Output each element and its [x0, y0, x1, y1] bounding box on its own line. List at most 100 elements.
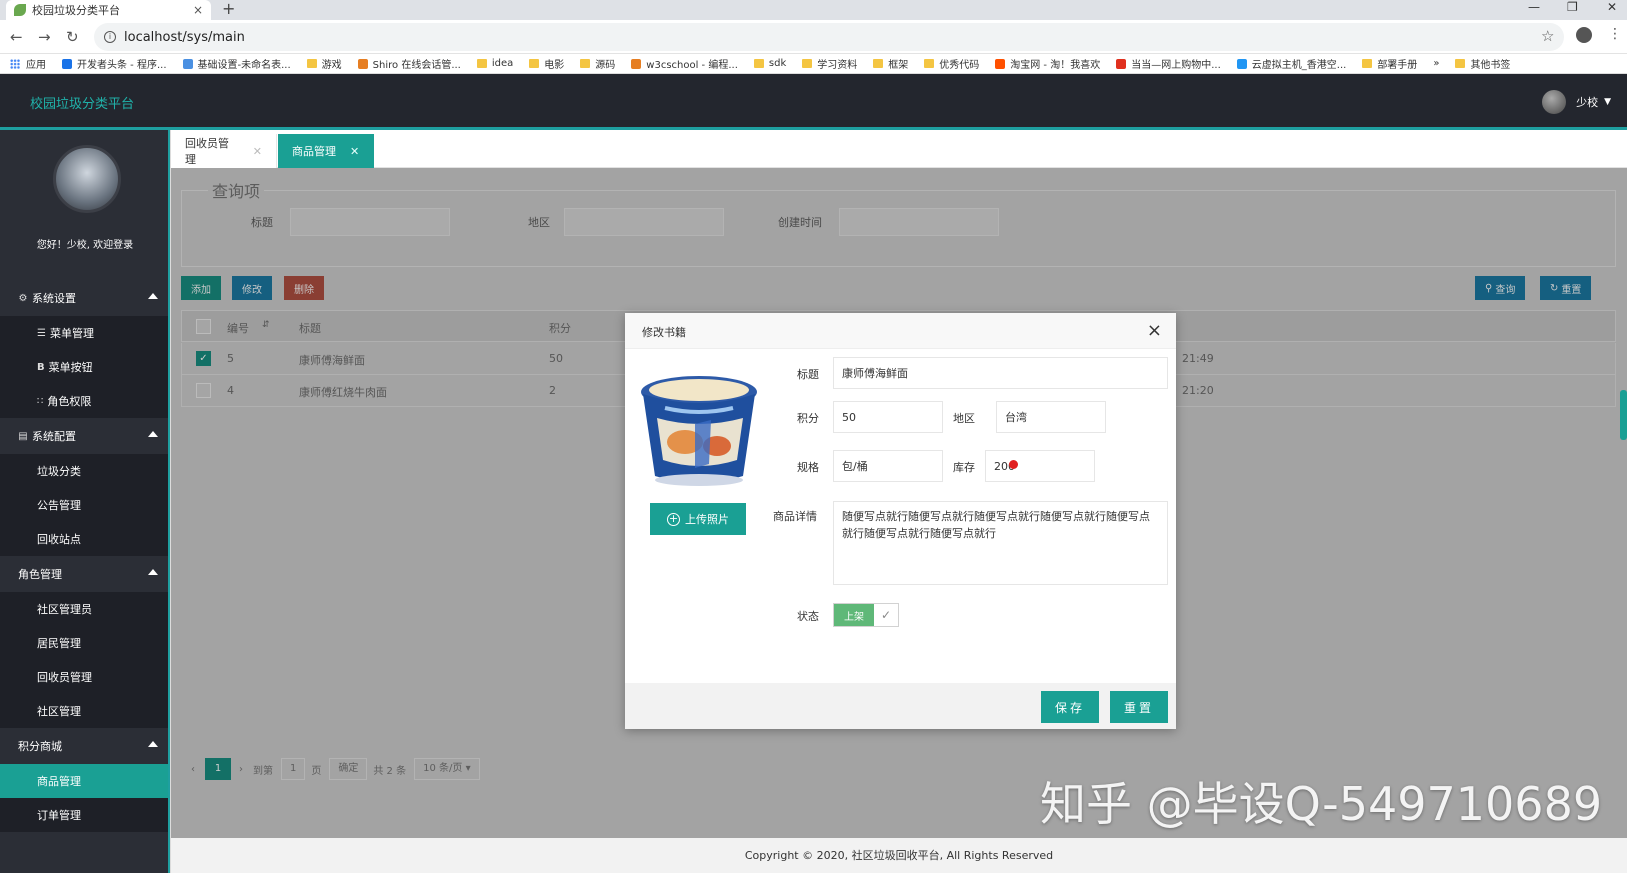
sidebar-item-recyclers[interactable]: 回收员管理: [0, 660, 168, 694]
sidebar-item-menu-buttons[interactable]: B 菜单按钮: [0, 350, 168, 384]
row-checkbox[interactable]: ✓: [196, 351, 211, 366]
menu-group-role-management[interactable]: 角色管理: [0, 556, 168, 592]
prev-page-icon[interactable]: ‹: [191, 764, 195, 775]
restore-icon[interactable]: ❐: [1567, 0, 1578, 14]
minimize-icon[interactable]: —: [1528, 0, 1540, 14]
sidebar-item-community-admin[interactable]: 社区管理员: [0, 592, 168, 626]
delete-button[interactable]: 删除: [284, 276, 324, 300]
upload-photo-button[interactable]: + 上传照片: [650, 503, 746, 535]
window-close-icon[interactable]: ✕: [1607, 0, 1617, 14]
upload-label: 上传照片: [685, 513, 729, 526]
title-input[interactable]: 康师傅海鲜面: [833, 357, 1168, 389]
row-checkbox[interactable]: [196, 383, 211, 398]
edit-button[interactable]: 修改: [232, 276, 272, 300]
dialog-header: 修改书籍 ×: [625, 313, 1176, 349]
search-button[interactable]: ⚲ 查询: [1475, 276, 1526, 300]
save-button[interactable]: 保存: [1041, 691, 1099, 723]
bookmark-item[interactable]: 游戏: [306, 56, 342, 71]
spec-input[interactable]: 包/桶: [833, 450, 943, 482]
dialog-footer: 保存 重置: [625, 683, 1176, 729]
query-region-label: 地区: [528, 216, 550, 229]
goto-confirm-button[interactable]: 确定: [329, 758, 368, 780]
tab-recycler-management[interactable]: 回收员管理 ✕: [171, 134, 277, 168]
bookmark-item[interactable]: 部署手册: [1362, 56, 1417, 71]
header-points: 积分: [549, 322, 571, 335]
sidebar-item-residents[interactable]: 居民管理: [0, 626, 168, 660]
sidebar-item-menu-management[interactable]: ☰ 菜单管理: [0, 316, 168, 350]
account-icon[interactable]: [1576, 27, 1592, 43]
sidebar-item-role-permissions[interactable]: ∷ 角色权限: [0, 384, 168, 418]
back-icon[interactable]: ←: [10, 28, 23, 46]
reload-icon[interactable]: ↻: [66, 28, 79, 46]
sidebar-item-product-management[interactable]: 商品管理: [0, 764, 168, 798]
folder-icon: [1362, 59, 1373, 68]
bookmark-label: 其他书签: [1470, 60, 1511, 71]
close-tab-icon[interactable]: ✕: [253, 145, 262, 158]
bookmark-item[interactable]: w3cschool - 编程...: [631, 56, 738, 71]
stock-input[interactable]: 200: [985, 450, 1095, 482]
menu-group-label: 系统设置: [32, 292, 76, 305]
page-input[interactable]: 1: [281, 758, 306, 780]
bookmark-item[interactable]: 学习资料: [802, 56, 857, 71]
bold-icon: B: [37, 361, 45, 373]
bookmark-item[interactable]: 基础设置-未命名表...: [182, 56, 291, 71]
menu-group-system-config[interactable]: ▤ 系统配置: [0, 418, 168, 454]
next-page-icon[interactable]: ›: [239, 764, 243, 775]
bookmark-item[interactable]: sdk: [753, 58, 786, 69]
page-size-select[interactable]: 10 条/页 ▾: [414, 758, 480, 780]
close-icon[interactable]: ×: [1147, 320, 1162, 341]
close-tab-icon[interactable]: ×: [193, 3, 203, 17]
dialog-reset-button[interactable]: 重置: [1110, 691, 1168, 723]
folder-icon: [580, 59, 591, 68]
sidebar-item-notice[interactable]: 公告管理: [0, 488, 168, 522]
bookmark-star-icon[interactable]: ☆: [1541, 27, 1554, 45]
info-icon[interactable]: i: [104, 31, 116, 43]
sidebar-item-recycle-station[interactable]: 回收站点: [0, 522, 168, 556]
bookmark-item[interactable]: 电影: [529, 56, 564, 71]
dialog-title: 修改书籍: [642, 326, 686, 339]
browser-menu-icon[interactable]: ⋮: [1608, 26, 1622, 42]
sidebar-item-garbage-category[interactable]: 垃圾分类: [0, 454, 168, 488]
menu-group-system-settings[interactable]: ⚙ 系统设置: [0, 280, 168, 316]
select-all-checkbox[interactable]: [196, 319, 211, 334]
menu-group-points-mall[interactable]: 积分商城: [0, 728, 168, 764]
query-created-input[interactable]: [839, 208, 999, 236]
forward-icon[interactable]: →: [38, 28, 51, 46]
tab-product-management[interactable]: 商品管理 ✕: [278, 134, 374, 168]
sidebar-item-community[interactable]: 社区管理: [0, 694, 168, 728]
detail-textarea[interactable]: 随便写点就行随便写点就行随便写点就行随便写点就行随便写点就行随便写点就行随便写点…: [833, 501, 1168, 585]
bookmark-item[interactable]: Shiro 在线会话管...: [357, 56, 461, 71]
status-switch[interactable]: 上架 ✓: [833, 603, 899, 627]
scrollbar-thumb[interactable]: [1620, 390, 1627, 440]
bookmark-item[interactable]: 优秀代码: [924, 56, 979, 71]
bookmark-item[interactable]: 当当—网上购物中...: [1116, 56, 1221, 71]
region-input[interactable]: 台湾: [996, 401, 1106, 433]
bookmark-item[interactable]: 源码: [580, 56, 615, 71]
bookmark-item[interactable]: 淘宝网 - 淘！我喜欢: [995, 56, 1100, 71]
reset-button[interactable]: ↻ 重置: [1540, 276, 1592, 300]
query-region-input[interactable]: [564, 208, 724, 236]
browser-tab[interactable]: 校园垃圾分类平台 ×: [6, 0, 211, 20]
bookmark-item[interactable]: 框架: [873, 56, 908, 71]
brand-title: 校园垃圾分类平台: [30, 97, 135, 112]
app-header: 校园垃圾分类平台 少校 ▼: [0, 74, 1627, 130]
bookmark-item[interactable]: idea: [476, 58, 513, 69]
bookmark-item[interactable]: »: [1433, 58, 1439, 69]
sidebar-item-label: 居民管理: [37, 637, 81, 650]
new-tab-button[interactable]: +: [222, 0, 235, 18]
sort-icon[interactable]: ⇵: [262, 320, 270, 330]
close-tab-icon[interactable]: ✕: [350, 145, 359, 158]
bookmark-item[interactable]: 云虚拟主机_香港空...: [1236, 56, 1346, 71]
bookmark-apps[interactable]: 应用: [10, 56, 46, 71]
points-input[interactable]: 50: [833, 401, 943, 433]
bookmark-item[interactable]: 其他书签: [1455, 56, 1510, 71]
sidebar-item-order-management[interactable]: 订单管理: [0, 798, 168, 832]
header-id[interactable]: 编号: [227, 320, 249, 336]
query-created-label: 创建时间: [778, 216, 822, 229]
add-button[interactable]: 添加: [181, 276, 221, 300]
user-menu[interactable]: 少校 ▼: [1542, 90, 1611, 114]
url-field[interactable]: i localhost/sys/main: [94, 23, 1564, 51]
page-current[interactable]: 1: [205, 758, 231, 780]
bookmark-item[interactable]: 开发者头条 - 程序...: [62, 56, 167, 71]
query-title-input[interactable]: [290, 208, 450, 236]
